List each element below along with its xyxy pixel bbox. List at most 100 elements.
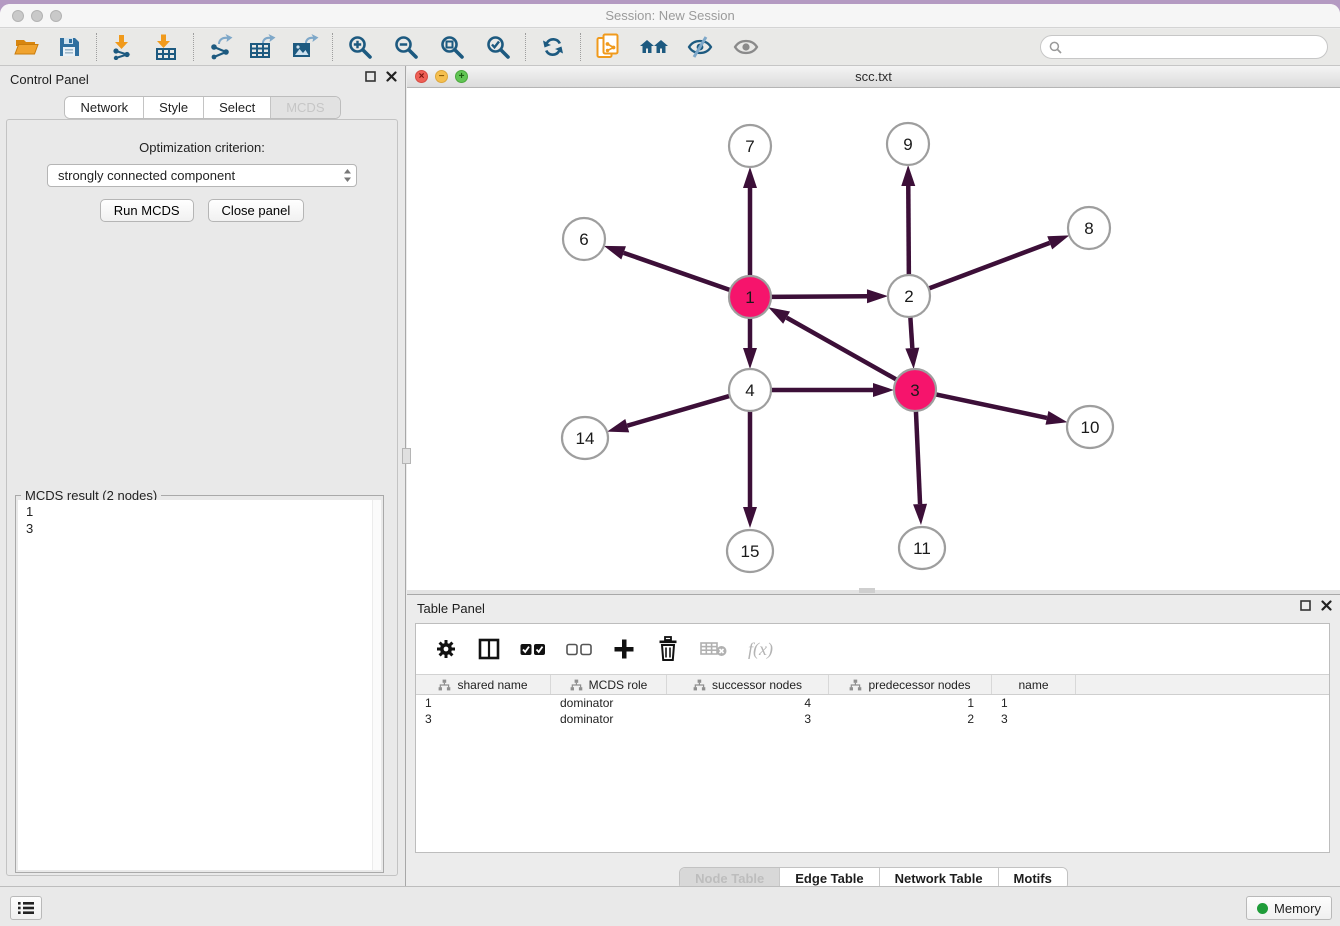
- svg-text:6: 6: [579, 230, 588, 249]
- delete-columns-icon[interactable]: [656, 636, 680, 662]
- mcds-result-text[interactable]: 1 3: [18, 500, 381, 870]
- column-header-shared-name[interactable]: shared name: [416, 675, 551, 694]
- table-cell: dominator: [551, 695, 667, 711]
- hide-selected-icon[interactable]: [683, 32, 717, 62]
- tab-network[interactable]: Network: [65, 97, 144, 118]
- graph-node-9[interactable]: 9: [887, 123, 929, 165]
- column-tree-icon: [438, 679, 451, 691]
- float-panel-icon[interactable]: [365, 71, 376, 82]
- column-header-predecessor-nodes[interactable]: predecessor nodes: [829, 675, 992, 694]
- show-all-icon[interactable]: [729, 32, 763, 62]
- add-column-icon[interactable]: [612, 637, 636, 661]
- svg-text:2: 2: [904, 287, 913, 306]
- toolbar-separator: [96, 33, 97, 61]
- task-history-button[interactable]: [10, 896, 42, 920]
- search-input[interactable]: [1067, 40, 1319, 54]
- graph-edge-1-6[interactable]: [624, 253, 732, 291]
- graph-node-11[interactable]: 11: [899, 527, 945, 569]
- control-panel-tabbar: NetworkStyleSelectMCDS: [64, 96, 340, 119]
- graph-node-15[interactable]: 15: [727, 530, 773, 572]
- import-table-icon[interactable]: [149, 32, 183, 62]
- criterion-select[interactable]: strongly connected component: [47, 164, 357, 187]
- new-network-icon[interactable]: [591, 32, 625, 62]
- table-cell: 2: [829, 711, 992, 727]
- run-mcds-button[interactable]: Run MCDS: [100, 199, 194, 222]
- table-cell: 3: [667, 711, 829, 727]
- criterion-selected-value: strongly connected component: [58, 168, 343, 183]
- graph-edge-2-8[interactable]: [927, 243, 1050, 289]
- search-box: [1040, 35, 1328, 59]
- table-cell: 3: [992, 711, 1076, 727]
- export-table-icon[interactable]: [246, 32, 280, 62]
- table-cell: 3: [416, 711, 551, 727]
- status-bar: Memory: [0, 886, 1340, 926]
- float-table-panel-icon[interactable]: [1300, 600, 1311, 611]
- graph-edge-3-10[interactable]: [934, 394, 1047, 418]
- toolbar-separator: [193, 33, 194, 61]
- graph-node-6[interactable]: 6: [563, 218, 605, 260]
- zoom-in-icon[interactable]: [343, 32, 377, 62]
- column-settings-icon[interactable]: [434, 637, 458, 661]
- toolbar-separator: [525, 33, 526, 61]
- graph-node-1[interactable]: 1: [729, 276, 771, 318]
- save-session-icon[interactable]: [52, 32, 86, 62]
- network-view-window: × − + scc.txt 7968124314101511: [407, 66, 1340, 594]
- graph-edge-2-3[interactable]: [910, 315, 912, 348]
- function-builder-icon[interactable]: f(x): [748, 639, 773, 660]
- apply-layout-icon[interactable]: [536, 32, 570, 62]
- memory-button[interactable]: Memory: [1246, 896, 1332, 920]
- table-body: 1dominator4113dominator323: [416, 695, 1329, 727]
- first-neighbors-icon[interactable]: [637, 32, 671, 62]
- table-row[interactable]: 1dominator411: [416, 695, 1329, 711]
- table-panel-title: Table Panel: [417, 601, 485, 616]
- graph-edge-3-1[interactable]: [787, 318, 899, 381]
- graph-edge-2-9[interactable]: [908, 186, 909, 277]
- import-network-icon[interactable]: [107, 32, 141, 62]
- split-table-icon[interactable]: [478, 638, 500, 660]
- tab-style[interactable]: Style: [144, 97, 204, 118]
- tab-mcds[interactable]: MCDS: [271, 97, 339, 118]
- unselect-all-columns-icon[interactable]: [566, 643, 592, 656]
- graph-node-8[interactable]: 8: [1068, 207, 1110, 249]
- close-table-panel-icon[interactable]: [1321, 600, 1332, 611]
- open-session-icon[interactable]: [10, 32, 44, 62]
- svg-text:3: 3: [910, 381, 919, 400]
- list-icon: [17, 900, 35, 916]
- splitter-handle[interactable]: [402, 448, 411, 464]
- graph-node-14[interactable]: 14: [562, 417, 608, 459]
- graph-node-7[interactable]: 7: [729, 125, 771, 167]
- graph-node-2[interactable]: 2: [888, 275, 930, 317]
- column-header-label: shared name: [457, 678, 527, 692]
- table-cell: 1: [992, 695, 1076, 711]
- graph-node-3[interactable]: 3: [894, 369, 936, 411]
- column-tree-icon: [570, 679, 583, 691]
- result-scrollbar[interactable]: [372, 500, 381, 870]
- graph-edge-4-14[interactable]: [627, 395, 732, 425]
- graph-node-10[interactable]: 10: [1067, 406, 1113, 448]
- column-header-successor-nodes[interactable]: successor nodes: [667, 675, 829, 694]
- close-panel-button[interactable]: Close panel: [208, 199, 305, 222]
- control-panel-title: Control Panel: [10, 72, 89, 87]
- zoom-out-icon[interactable]: [389, 32, 423, 62]
- column-header-MCDS-role[interactable]: MCDS role: [551, 675, 667, 694]
- canvas-scroll-handle[interactable]: [859, 588, 875, 593]
- zoom-selected-icon[interactable]: [481, 32, 515, 62]
- column-tree-icon: [849, 679, 862, 691]
- export-network-icon[interactable]: [204, 32, 238, 62]
- graph-node-4[interactable]: 4: [729, 369, 771, 411]
- table-row[interactable]: 3dominator323: [416, 711, 1329, 727]
- close-panel-icon[interactable]: [386, 71, 397, 82]
- tab-select[interactable]: Select: [204, 97, 271, 118]
- delete-table-icon[interactable]: [700, 640, 728, 658]
- export-image-icon[interactable]: [288, 32, 322, 62]
- zoom-fit-icon[interactable]: [435, 32, 469, 62]
- network-canvas[interactable]: 7 9 6 8 1 2 4 3 14 10 15 11: [407, 88, 1340, 590]
- main-toolbar: [0, 29, 1340, 66]
- node-table-container: f(x) shared name MCDS rolesuccessor nodes…: [415, 623, 1330, 853]
- graph-edge-1-2[interactable]: [769, 296, 867, 297]
- select-all-columns-icon[interactable]: [520, 643, 546, 656]
- column-header-name[interactable]: name: [992, 675, 1076, 694]
- memory-label: Memory: [1274, 901, 1321, 916]
- graph-edge-3-11[interactable]: [916, 409, 920, 504]
- memory-status-icon: [1257, 903, 1268, 914]
